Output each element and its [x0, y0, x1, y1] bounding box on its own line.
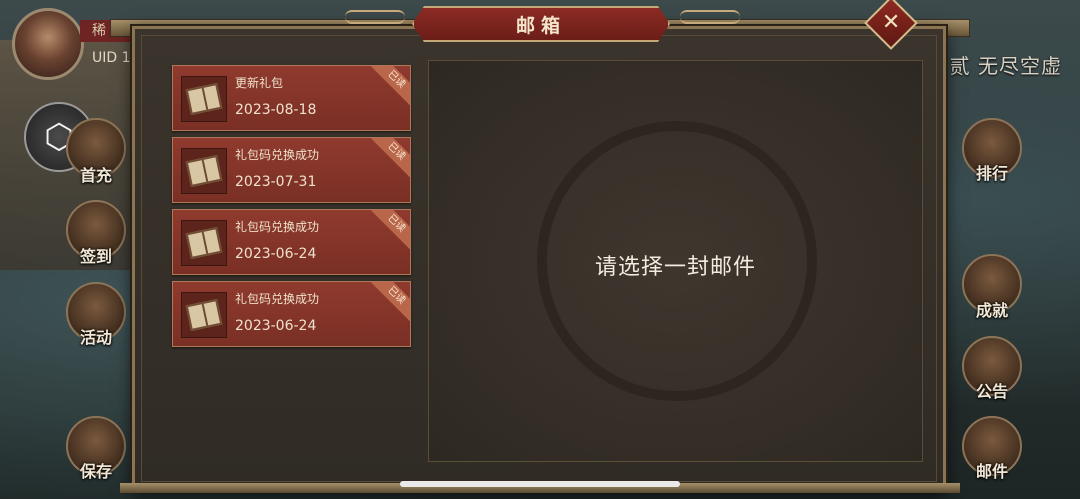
ranking-label: 排行 [975, 164, 1008, 183]
read-badge: 已读 [367, 66, 410, 109]
title-ornament-left [345, 10, 405, 24]
mail-date: 2023-06-24 [235, 246, 317, 262]
mail-list: 更新礼包 2023-08-18 已读 礼包码兑换成功 2023-07-31 已读… [172, 65, 412, 353]
mail-label: 邮件 [975, 462, 1008, 481]
mail-date: 2023-07-31 [235, 174, 317, 190]
mail-item[interactable]: 礼包码兑换成功 2023-06-24 已读 [172, 209, 411, 275]
events-label: 活动 [79, 328, 112, 347]
mail-item[interactable]: 更新礼包 2023-08-18 已读 [172, 65, 411, 131]
mail-content-pane: 请选择一封邮件 [428, 60, 923, 462]
announcement-label: 公告 [975, 382, 1008, 401]
achievements-label: 成就 [975, 301, 1008, 320]
title-ornament-right [680, 10, 740, 24]
mail-book-icon [181, 76, 227, 122]
checkin-label: 签到 [79, 247, 112, 266]
mail-title: 礼包码兑换成功 [235, 292, 320, 306]
mail-title: 更新礼包 [235, 76, 284, 90]
mail-title: 礼包码兑换成功 [235, 148, 320, 162]
player-avatar[interactable] [12, 8, 84, 80]
mail-item[interactable]: 礼包码兑换成功 2023-07-31 已读 [172, 137, 411, 203]
first-recharge-label: 首充 [79, 166, 112, 185]
mail-book-icon [181, 292, 227, 338]
read-badge: 已读 [367, 138, 410, 181]
read-badge: 已读 [367, 282, 410, 325]
mail-book-icon [181, 148, 227, 194]
mail-title: 礼包码兑换成功 [235, 220, 320, 234]
mail-date: 2023-06-24 [235, 318, 317, 334]
read-badge: 已读 [367, 210, 410, 253]
dialog-title: 邮箱 [515, 14, 566, 37]
mail-date: 2023-08-18 [235, 102, 317, 118]
empty-state-message: 请选择一封邮件 [594, 255, 756, 280]
mail-item[interactable]: 礼包码兑换成功 2023-06-24 已读 [172, 281, 411, 347]
close-icon: ✕ [881, 10, 901, 35]
save-label: 保存 [79, 462, 112, 481]
dialog-title-plate: 邮箱 [412, 6, 670, 42]
player-uid: UID 1 [92, 50, 131, 66]
server-name: 贰 无尽空虚 [949, 54, 1062, 78]
home-indicator[interactable] [400, 481, 680, 487]
mail-book-icon [181, 220, 227, 266]
